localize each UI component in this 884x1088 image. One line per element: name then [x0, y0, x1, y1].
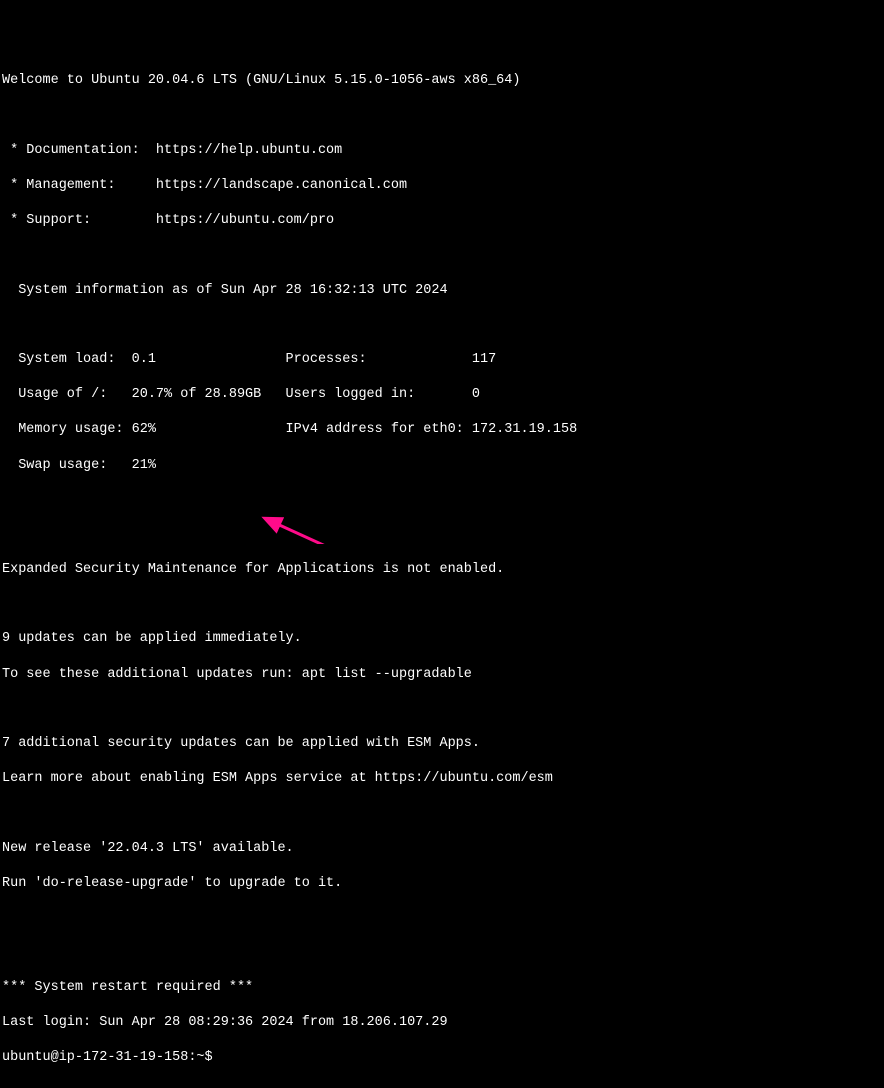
shell-input[interactable]	[221, 1051, 421, 1066]
restart-notice: *** System restart required ***	[2, 979, 882, 997]
sysinfo-row: Memory usage: 62% IPv4 address for eth0:…	[2, 421, 882, 439]
sysinfo-row: Swap usage: 21%	[2, 457, 882, 475]
last-login: Last login: Sun Apr 28 08:29:36 2024 fro…	[2, 1014, 882, 1032]
release-line: Run 'do-release-upgrade' to upgrade to i…	[2, 875, 882, 893]
shell-prompt: ubuntu@ip-172-31-19-158:~$	[2, 1049, 221, 1067]
updates-line: 9 updates can be applied immediately.	[2, 630, 882, 648]
blank-line	[2, 596, 882, 613]
esm-extra-line: Learn more about enabling ESM Apps servi…	[2, 770, 882, 788]
motd-doc-link: * Documentation: https://help.ubuntu.com	[2, 142, 882, 160]
blank-line	[2, 945, 882, 962]
sysinfo-header: System information as of Sun Apr 28 16:3…	[2, 282, 882, 300]
motd-support-link: * Support: https://ubuntu.com/pro	[2, 212, 882, 230]
blank-line	[2, 526, 882, 543]
release-line: New release '22.04.3 LTS' available.	[2, 840, 882, 858]
blank-line	[2, 701, 882, 718]
blank-line	[2, 492, 882, 509]
esm-notice: Expanded Security Maintenance for Applic…	[2, 561, 882, 579]
blank-line	[2, 910, 882, 927]
blank-line	[2, 317, 882, 334]
motd-mgmt-link: * Management: https://landscape.canonica…	[2, 177, 882, 195]
sysinfo-row: Usage of /: 20.7% of 28.89GB Users logge…	[2, 386, 882, 404]
blank-line	[2, 805, 882, 822]
blank-line	[2, 247, 882, 264]
blank-line	[2, 107, 882, 124]
shell-prompt-line: ubuntu@ip-172-31-19-158:~$	[2, 1049, 882, 1067]
updates-line: To see these additional updates run: apt…	[2, 666, 882, 684]
esm-extra-line: 7 additional security updates can be app…	[2, 735, 882, 753]
sysinfo-row: System load: 0.1 Processes: 117	[2, 351, 882, 369]
motd-welcome: Welcome to Ubuntu 20.04.6 LTS (GNU/Linux…	[2, 72, 882, 90]
